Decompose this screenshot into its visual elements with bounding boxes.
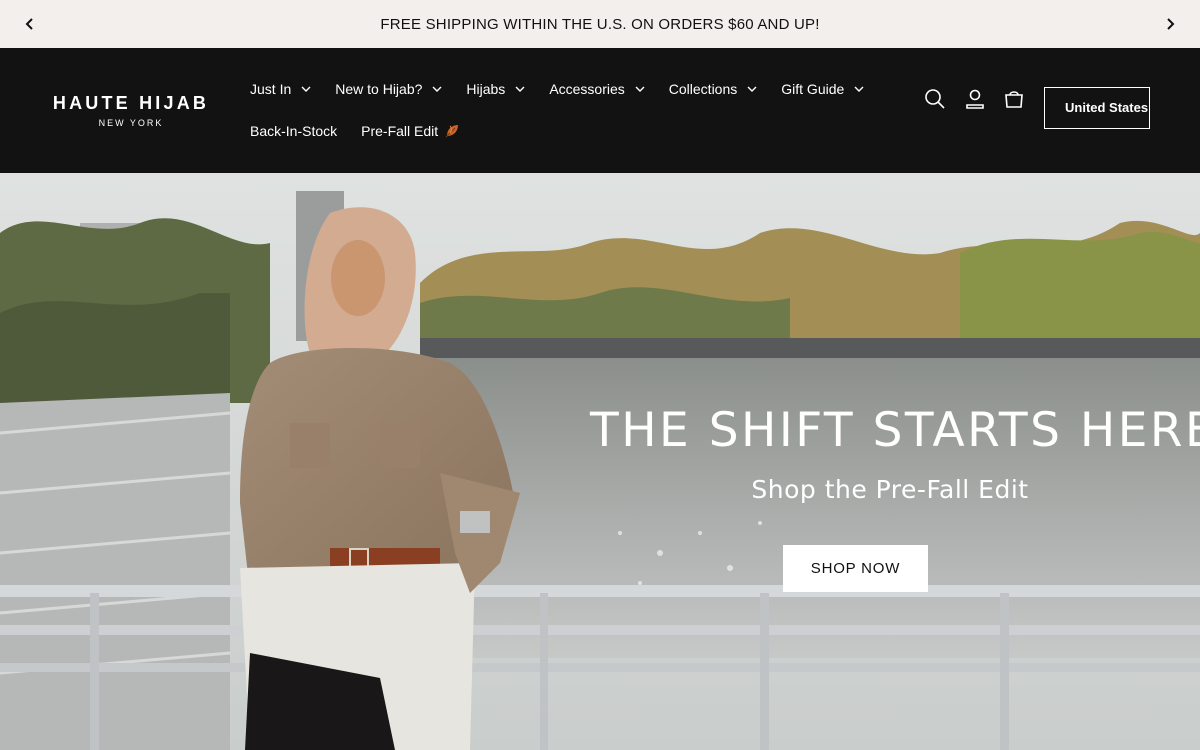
chevron-down-icon [747,86,757,92]
hero-subtitle: Shop the Pre-Fall Edit [751,475,1029,504]
nav-label: Just In [250,81,292,97]
hero-background-image [0,173,1200,750]
nav-label: Hijabs [466,81,506,97]
account-icon[interactable] [960,84,990,114]
nav-label: Gift Guide [781,81,845,97]
nav-item-pre-fall-edit[interactable]: Pre-Fall Edit [349,118,472,144]
cart-icon[interactable] [999,84,1029,114]
country-selector-button[interactable]: United States [1044,87,1150,129]
announcement-text: FREE SHIPPING WITHIN THE U.S. ON ORDERS … [380,15,820,33]
nav-item-back-in-stock[interactable]: Back-In-Stock [238,118,349,144]
nav-item-collections[interactable]: Collections [657,76,769,102]
brand-logo[interactable]: HAUTE HIJAB NEW YORK [50,94,212,128]
search-icon[interactable] [920,84,950,114]
shop-now-button[interactable]: SHOP NOW [783,545,928,592]
autumn-leaf-icon [444,123,460,139]
announcement-bar: FREE SHIPPING WITHIN THE U.S. ON ORDERS … [0,0,1200,48]
logo-subtitle: NEW YORK [98,118,164,128]
nav-label: Pre-Fall Edit [361,123,439,139]
nav-item-new-to-hijab[interactable]: New to Hijab? [323,76,454,102]
site-header: HAUTE HIJAB NEW YORK Just In New to Hija… [0,48,1200,173]
chevron-down-icon [432,86,442,92]
logo-wordmark: HAUTE HIJAB [52,93,210,113]
chevron-left-icon[interactable] [18,12,42,36]
nav-item-gift-guide[interactable]: Gift Guide [769,76,876,102]
chevron-down-icon [301,86,311,92]
main-nav-row-2: Back-In-Stock Pre-Fall Edit [238,118,472,144]
hero-banner[interactable]: THE SHIFT STARTS HERE Shop the Pre-Fall … [0,173,1200,750]
nav-label: Back-In-Stock [250,123,338,139]
chevron-down-icon [635,86,645,92]
hero-title: THE SHIFT STARTS HERE [590,403,1200,458]
nav-item-just-in[interactable]: Just In [238,76,323,102]
nav-item-hijabs[interactable]: Hijabs [454,76,537,102]
nav-item-accessories[interactable]: Accessories [537,76,656,102]
main-nav-row-1: Just In New to Hijab? Hijabs Accessories… [238,76,876,102]
nav-label: New to Hijab? [335,81,423,97]
chevron-down-icon [515,86,525,92]
chevron-down-icon [854,86,864,92]
nav-label: Collections [668,81,738,97]
nav-label: Accessories [549,81,625,97]
chevron-right-icon[interactable] [1158,12,1182,36]
